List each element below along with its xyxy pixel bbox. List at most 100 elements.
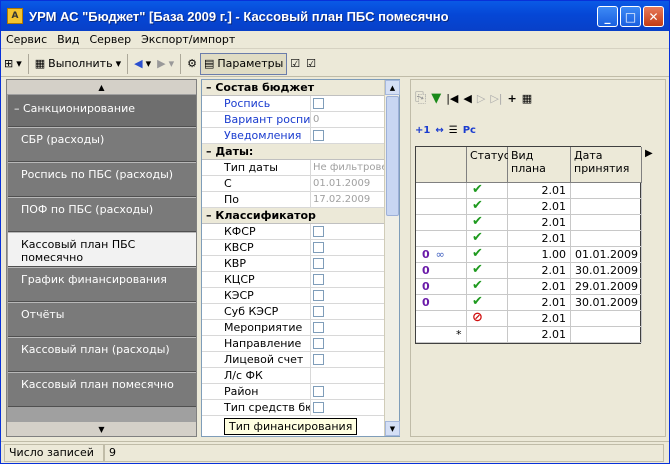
date-cell[interactable]: 01.01.2009	[571, 247, 642, 263]
params-button[interactable]: ▤ Параметры	[199, 52, 288, 75]
prop-row-event[interactable]: Мероприятие	[202, 319, 385, 336]
prop-category-dates[interactable]: – Даты:	[202, 144, 385, 160]
scroll-up-arrow[interactable]: ▲	[385, 80, 400, 95]
menu-view[interactable]: Вид	[52, 33, 84, 46]
filter-icon[interactable]: ▼	[431, 91, 441, 106]
table-row[interactable]: ✔ 2.01	[416, 183, 642, 199]
check-doc-button[interactable]: ☑	[303, 53, 319, 75]
nav-item-rospis[interactable]: Роспись по ПБС (расходы)	[8, 162, 196, 197]
nav-section-header[interactable]: – Санкционирование	[8, 95, 196, 127]
prop-category-budget[interactable]: – Состав бюджет	[202, 80, 385, 96]
tools-button[interactable]: ⚙	[184, 53, 200, 75]
kvsr-checkbox[interactable]	[313, 242, 324, 253]
prop-row-district[interactable]: Район	[202, 383, 385, 400]
date-cell[interactable]	[571, 215, 642, 231]
prop-row-kvr[interactable]: КВР	[202, 255, 385, 272]
rospis-checkbox[interactable]	[313, 98, 324, 109]
indicator-column-header[interactable]	[416, 147, 467, 183]
nav-scroll-down[interactable]: ▼	[7, 422, 196, 436]
nav-scroll-up[interactable]: ▲	[7, 80, 196, 94]
first-record-icon[interactable]: |◀	[446, 92, 458, 105]
date-cell[interactable]: 30.01.2009	[571, 295, 642, 311]
nav-item-sbr[interactable]: СБР (расходы)	[8, 127, 196, 162]
notices-checkbox[interactable]	[313, 130, 324, 141]
kfsr-checkbox[interactable]	[313, 226, 324, 237]
prop-row-ls-fk[interactable]: Л/с ФК	[202, 367, 385, 384]
table-row[interactable]: 0 ✔ 2.01 30.01.2009	[416, 295, 642, 311]
scroll-thumb[interactable]	[386, 96, 399, 216]
title-bar[interactable]: A УРМ АС "Бюджет" [База 2009 г.] - Кассо…	[1, 1, 669, 31]
prop-row-variant[interactable]: Вариант росписи0	[202, 111, 385, 128]
kvr-checkbox[interactable]	[313, 258, 324, 269]
check-list-button[interactable]: ☑	[287, 53, 303, 75]
nav-item-kassplan-month[interactable]: Кассовый план помесячно	[8, 372, 196, 407]
kind-cell[interactable]: 2.01	[508, 231, 571, 247]
date-cell[interactable]	[571, 231, 642, 247]
account-checkbox[interactable]	[313, 354, 324, 365]
kesr-checkbox[interactable]	[313, 290, 324, 301]
add-record-icon[interactable]: +	[507, 92, 516, 105]
prev-record-icon[interactable]: ◀	[463, 92, 471, 105]
status-column-header[interactable]: Статус	[467, 147, 510, 183]
table-row[interactable]: ⊘ 2.01	[416, 311, 642, 327]
table-row[interactable]: ✔ 2.01	[416, 231, 642, 247]
kind-cell[interactable]: 2.01	[508, 183, 571, 199]
pc-icon[interactable]: Pc	[463, 125, 476, 136]
kcsr-checkbox[interactable]	[313, 274, 324, 285]
props-scrollbar[interactable]: ▲ ▼	[384, 80, 400, 436]
prop-row-kcsr[interactable]: КЦСР	[202, 271, 385, 288]
prop-row-kfsr[interactable]: КФСР	[202, 223, 385, 240]
sub-kesr-checkbox[interactable]	[313, 306, 324, 317]
date-cell[interactable]	[571, 199, 642, 215]
swap-icon[interactable]: ↔	[435, 125, 443, 136]
nav-item-kassplan-rashody[interactable]: Кассовый план (расходы)	[8, 337, 196, 372]
prop-row-kvsr[interactable]: КВСР	[202, 239, 385, 256]
nav-item-kassplan-pbs[interactable]: Кассовый план ПБС помесячно	[8, 232, 196, 267]
prop-category-classifiers[interactable]: – Классификатор	[202, 208, 385, 224]
kind-cell[interactable]: 2.01	[508, 327, 571, 343]
district-checkbox[interactable]	[313, 386, 324, 397]
prop-row-date-to[interactable]: По 17.02.2009	[202, 191, 385, 208]
table-row[interactable]: 0 ✔ 2.01 30.01.2009	[416, 263, 642, 279]
kind-cell[interactable]: 2.01	[508, 295, 571, 311]
table-row[interactable]: * 2.01	[416, 327, 642, 343]
prop-row-kesr[interactable]: КЭСР	[202, 287, 385, 304]
close-button[interactable]: ✕	[643, 6, 664, 27]
grid-scroll-arrow[interactable]: ▶	[645, 148, 653, 159]
kind-cell[interactable]: 2.01	[508, 263, 571, 279]
fund-type-checkbox[interactable]	[313, 402, 324, 413]
back-button[interactable]: ◀ ▾	[131, 53, 154, 75]
calculator-icon[interactable]: ▦	[522, 92, 532, 105]
direction-checkbox[interactable]	[313, 338, 324, 349]
table-row[interactable]: ✔ 2.01	[416, 199, 642, 215]
menu-server[interactable]: Сервер	[84, 33, 136, 46]
kind-cell[interactable]: 2.01	[508, 215, 571, 231]
kind-cell[interactable]: 2.01	[508, 199, 571, 215]
numbered-list-icon[interactable]: ☰	[449, 125, 458, 136]
prop-row-notices[interactable]: Уведомления	[202, 127, 385, 144]
menu-export-import[interactable]: Экспорт/импорт	[136, 33, 240, 46]
date-cell[interactable]: 29.01.2009	[571, 279, 642, 295]
execute-button[interactable]: ▦ Выполнить ▾	[32, 53, 124, 75]
kind-column-header[interactable]: Вид плана	[508, 147, 571, 183]
table-row[interactable]: ✔ 2.01	[416, 215, 642, 231]
prop-row-rospis[interactable]: Роспись	[202, 95, 385, 112]
prop-row-direction[interactable]: Направление	[202, 335, 385, 352]
prop-row-sub-kesr[interactable]: Суб КЭСР	[202, 303, 385, 320]
add-row-icon[interactable]: +1	[415, 125, 430, 136]
date-cell[interactable]: 30.01.2009	[571, 263, 642, 279]
event-checkbox[interactable]	[313, 322, 324, 333]
minimize-button[interactable]: _	[597, 6, 618, 27]
maximize-button[interactable]: □	[620, 6, 641, 27]
copy-icon[interactable]: ⎘	[415, 90, 426, 106]
kind-cell[interactable]: 2.01	[508, 279, 571, 295]
date-cell[interactable]	[571, 327, 642, 343]
nav-item-pof[interactable]: ПОФ по ПБС (расходы)	[8, 197, 196, 232]
kind-cell[interactable]: 1.00	[508, 247, 571, 263]
date-cell[interactable]	[571, 183, 642, 199]
date-cell[interactable]	[571, 311, 642, 327]
table-row[interactable]: 0 ✔ 2.01 29.01.2009	[416, 279, 642, 295]
nav-item-reports[interactable]: Отчёты	[8, 302, 196, 337]
prop-row-fund-type[interactable]: Тип средств бюд	[202, 399, 385, 416]
prop-row-date-type[interactable]: Тип даты Не фильтрове	[202, 159, 385, 176]
